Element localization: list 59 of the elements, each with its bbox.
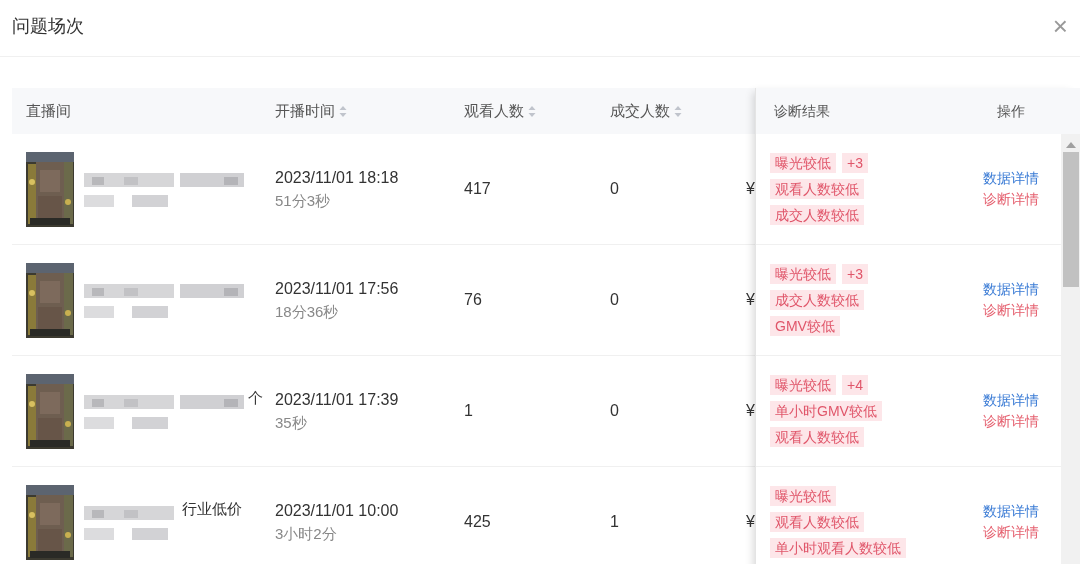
table-cell: 1 — [610, 513, 619, 530]
table-cell: 76 — [464, 291, 482, 308]
diagnosis-tag: 曝光较低 — [770, 375, 836, 395]
column-header: 直播间 — [26, 100, 71, 121]
table-cell: ¥ — [746, 402, 755, 419]
diagnosis-tag: GMV较低 — [770, 316, 840, 336]
diagnosis-tag: 曝光较低 — [770, 486, 836, 506]
more-tag: +3 — [842, 264, 868, 284]
scrollbar-thumb[interactable] — [1062, 152, 1079, 287]
diagnosis-tag: 观看人数较低 — [770, 179, 864, 199]
diagnosis-tag: 成交人数较低 — [770, 290, 864, 310]
table-cell: ¥ — [746, 291, 755, 308]
action-link[interactable]: 数据详情 — [983, 168, 1039, 189]
diagnosis-tag: 观看人数较低 — [770, 427, 864, 447]
action-link[interactable]: 诊断详情 — [983, 522, 1039, 543]
diagnosis-tag: 成交人数较低 — [770, 205, 864, 225]
action-link[interactable]: 数据详情 — [983, 279, 1039, 300]
table-cell: 0 — [610, 291, 619, 308]
table-cell-text: 2023/11/01 10:00 — [275, 500, 400, 521]
table-cell: 0 — [610, 402, 619, 419]
diagnosis-tag: 单小时观看人数较低 — [770, 538, 906, 558]
table-cell-text: 51分3秒 — [275, 190, 332, 211]
diagnosis-tag: 单小时GMV较低 — [770, 401, 882, 421]
action-link[interactable]: 数据详情 — [983, 501, 1039, 522]
table-cell: ¥ — [746, 513, 755, 530]
table-cell-text: 35秒 — [275, 412, 308, 433]
table-cell: ¥ — [746, 180, 755, 197]
action-link[interactable]: 诊断详情 — [983, 189, 1039, 210]
diagnosis-tag: 曝光较低 — [770, 264, 836, 284]
scroll-up-icon[interactable] — [1065, 142, 1076, 148]
scrollbar[interactable] — [1061, 134, 1080, 564]
more-tag: +3 — [842, 153, 868, 173]
column-header[interactable]: 成交人数 — [610, 99, 682, 123]
table-cell: 417 — [464, 180, 491, 197]
column-header[interactable]: 观看人数 — [464, 99, 536, 123]
action-link[interactable]: 诊断详情 — [983, 411, 1039, 432]
table-cell-text: 2023/11/01 17:56 — [275, 278, 400, 299]
action-link[interactable]: 数据详情 — [983, 390, 1039, 411]
sort-icon[interactable] — [528, 104, 536, 118]
diagnosis-tag: 观看人数较低 — [770, 512, 864, 532]
table-cell-text: 2023/11/01 17:39 — [275, 389, 400, 410]
column-header: 诊断结果 — [774, 102, 830, 119]
room-name: 行业低价 — [182, 499, 242, 519]
table-cell-text: 2023/11/01 18:18 — [275, 167, 400, 188]
column-header[interactable]: 开播时间 — [275, 99, 347, 123]
table-cell-text: 18分36秒 — [275, 301, 340, 322]
more-tag: +4 — [842, 375, 868, 395]
table-cell: 1 — [464, 402, 473, 419]
sort-icon[interactable] — [674, 104, 682, 118]
table-cell: 0 — [610, 180, 619, 197]
sort-icon[interactable] — [339, 104, 347, 118]
close-button[interactable]: × — [1048, 13, 1072, 39]
dialog-title: 问题场次 — [12, 14, 84, 38]
action-link[interactable]: 诊断详情 — [983, 300, 1039, 321]
room-name: 个 — [248, 388, 263, 408]
table-cell: 425 — [464, 513, 491, 530]
diagnosis-tag: 曝光较低 — [770, 153, 836, 173]
table-cell-text: 3小时2分 — [275, 523, 338, 544]
column-header: 操作 — [997, 101, 1025, 121]
